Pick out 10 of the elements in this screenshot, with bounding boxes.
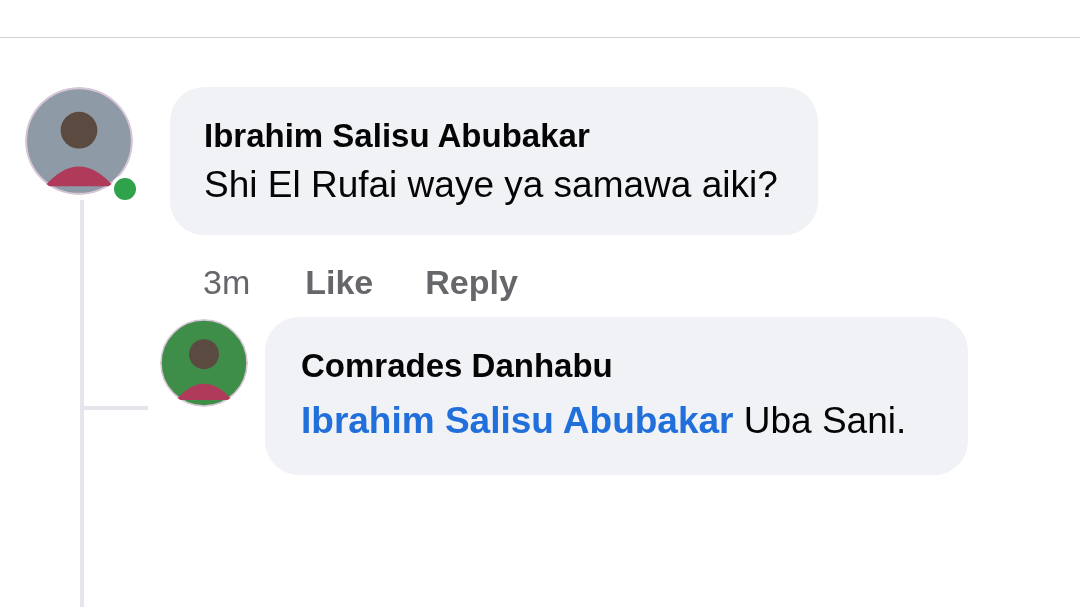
like-link[interactable]: Like bbox=[305, 256, 374, 308]
comment-time: 3m bbox=[203, 261, 251, 303]
avatar[interactable] bbox=[160, 319, 248, 407]
comment-text: Shi El Rufai waye ya samawa aiki? bbox=[204, 163, 778, 207]
author-name[interactable]: Comrades Danhabu bbox=[301, 343, 938, 389]
reply-text: Ibrahim Salisu Abubakar Uba Sani. bbox=[301, 399, 908, 443]
avatar[interactable] bbox=[25, 87, 133, 195]
author-name[interactable]: Ibrahim Salisu Abubakar bbox=[204, 113, 778, 159]
reply-link[interactable]: Reply bbox=[425, 256, 518, 308]
mention-link[interactable]: Ibrahim Salisu Abubakar bbox=[301, 400, 734, 441]
